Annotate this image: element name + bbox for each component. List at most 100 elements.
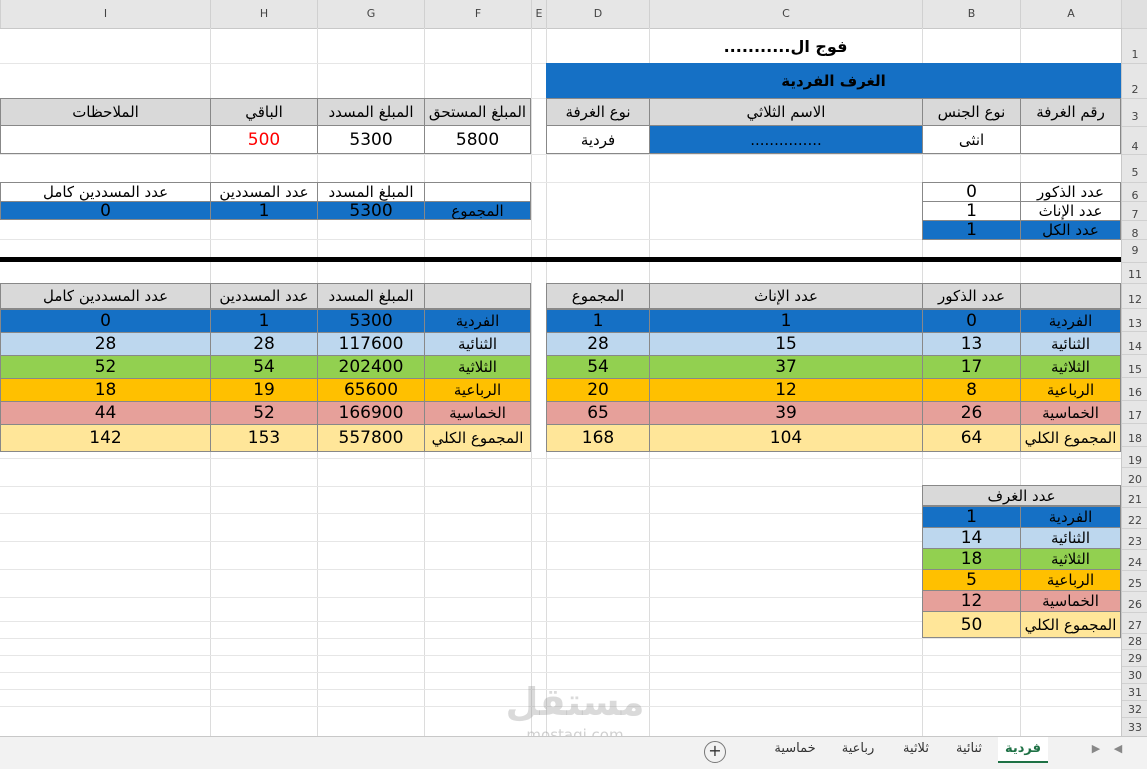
stats-header-blank[interactable] xyxy=(1020,283,1121,309)
header-amount-due[interactable]: المبلغ المستحق xyxy=(424,98,531,126)
summary-full-payers-value[interactable]: 0 xyxy=(0,201,211,220)
payments-row-paid[interactable]: 5300 xyxy=(317,309,425,333)
select-all-corner[interactable] xyxy=(1121,0,1147,28)
row-header[interactable]: 15 xyxy=(1122,354,1147,377)
gender-cell[interactable]: انثى xyxy=(922,125,1021,154)
payments-header-full-payers[interactable]: عدد المسددين كامل xyxy=(0,283,211,309)
rooms-row-label[interactable]: الخماسية xyxy=(1020,590,1121,612)
payments-row-payers[interactable]: 54 xyxy=(210,355,318,379)
rooms-count-header[interactable]: عدد الغرف xyxy=(922,485,1121,506)
notes-cell[interactable] xyxy=(0,125,211,154)
stats-header-females[interactable]: عدد الإناث xyxy=(649,283,923,309)
females-count-value[interactable]: 1 xyxy=(922,201,1021,221)
rooms-row-value[interactable]: 12 xyxy=(922,590,1021,612)
row-header[interactable]: 25 xyxy=(1122,570,1147,591)
row-header[interactable]: 26 xyxy=(1122,591,1147,612)
summary-header-paid[interactable]: المبلغ المسدد xyxy=(317,182,425,202)
payments-row-payers[interactable]: 1 xyxy=(210,309,318,333)
column-header-D[interactable]: D xyxy=(546,0,649,28)
column-header-F[interactable]: F xyxy=(424,0,531,28)
stats-row-total[interactable]: 20 xyxy=(546,378,650,402)
stats-row-females[interactable]: 104 xyxy=(649,424,923,452)
row-header[interactable]: 19 xyxy=(1122,446,1147,467)
amount-paid-cell[interactable]: 5300 xyxy=(317,125,425,154)
stats-row-females[interactable]: 12 xyxy=(649,378,923,402)
name-cell[interactable]: ............... xyxy=(649,125,923,154)
row-header[interactable]: 4 xyxy=(1122,126,1147,154)
header-room-number[interactable]: رقم الغرفة xyxy=(1020,98,1121,126)
row-header[interactable]: 29 xyxy=(1122,649,1147,666)
payments-row-full[interactable]: 28 xyxy=(0,332,211,356)
tab-double[interactable]: ثنائية xyxy=(944,737,994,761)
payments-row-paid[interactable]: 166900 xyxy=(317,401,425,425)
summary-total-label[interactable]: المجموع xyxy=(424,201,531,220)
stats-header-males[interactable]: عدد الذكور xyxy=(922,283,1021,309)
row-header[interactable]: 12 xyxy=(1122,283,1147,308)
summary-label-blank[interactable] xyxy=(424,182,531,202)
rooms-row-label[interactable]: الفردية xyxy=(1020,506,1121,528)
row-header[interactable]: 28 xyxy=(1122,633,1147,649)
amount-due-cell[interactable]: 5800 xyxy=(424,125,531,154)
stats-row-males[interactable]: 8 xyxy=(922,378,1021,402)
row-header[interactable]: 6 xyxy=(1122,182,1147,202)
stats-row-males[interactable]: 26 xyxy=(922,401,1021,425)
stats-row-total[interactable]: 28 xyxy=(546,332,650,356)
header-full-name[interactable]: الاسم الثلاثي xyxy=(649,98,923,126)
column-header-B[interactable]: B xyxy=(922,0,1020,28)
payments-row-label[interactable]: الرباعية xyxy=(424,378,531,402)
column-header-A[interactable]: A xyxy=(1020,0,1121,28)
scroll-tabs-right-icon[interactable]: ▶ xyxy=(1088,737,1104,761)
column-header-G[interactable]: G xyxy=(317,0,424,28)
stats-row-males[interactable]: 64 xyxy=(922,424,1021,452)
payments-header-paid[interactable]: المبلغ المسدد xyxy=(317,283,425,309)
rooms-row-label[interactable]: الثلاثية xyxy=(1020,548,1121,570)
payments-row-paid[interactable]: 202400 xyxy=(317,355,425,379)
header-room-type[interactable]: نوع الغرفة xyxy=(546,98,650,126)
remaining-cell[interactable]: 500 xyxy=(210,125,318,154)
stats-row-total[interactable]: 54 xyxy=(546,355,650,379)
row-header[interactable]: 23 xyxy=(1122,528,1147,549)
page-title[interactable]: فوج ال........... xyxy=(649,30,922,63)
stats-row-males[interactable]: 13 xyxy=(922,332,1021,356)
payments-row-full[interactable]: 18 xyxy=(0,378,211,402)
row-header[interactable]: 16 xyxy=(1122,377,1147,400)
header-gender[interactable]: نوع الجنس xyxy=(922,98,1021,126)
stats-row-total[interactable]: 1 xyxy=(546,309,650,333)
rooms-row-value[interactable]: 14 xyxy=(922,527,1021,549)
payments-row-full[interactable]: 0 xyxy=(0,309,211,333)
tab-triple[interactable]: ثلاثية xyxy=(890,737,942,761)
column-header-E[interactable]: E xyxy=(531,0,546,28)
row-header[interactable]: 3 xyxy=(1122,98,1147,126)
header-notes[interactable]: الملاحظات xyxy=(0,98,211,126)
rooms-row-value[interactable]: 50 xyxy=(922,611,1021,638)
stats-row-males[interactable]: 0 xyxy=(922,309,1021,333)
row-header[interactable]: 30 xyxy=(1122,666,1147,683)
payments-row-payers[interactable]: 28 xyxy=(210,332,318,356)
add-sheet-icon[interactable]: + xyxy=(704,741,726,763)
column-header-H[interactable]: H xyxy=(210,0,317,28)
row-header[interactable]: 11 xyxy=(1122,262,1147,283)
summary-header-payers[interactable]: عدد المسددين xyxy=(210,182,318,202)
rooms-row-label[interactable]: الثنائية xyxy=(1020,527,1121,549)
payments-row-full[interactable]: 44 xyxy=(0,401,211,425)
payments-row-payers[interactable]: 19 xyxy=(210,378,318,402)
stats-row-total[interactable]: 168 xyxy=(546,424,650,452)
row-header[interactable]: 31 xyxy=(1122,683,1147,700)
payments-row-label[interactable]: الفردية xyxy=(424,309,531,333)
row-header[interactable]: 2 xyxy=(1122,63,1147,98)
total-count-label[interactable]: عدد الكل xyxy=(1020,220,1121,240)
payments-row-payers[interactable]: 52 xyxy=(210,401,318,425)
rooms-row-label[interactable]: المجموع الكلي xyxy=(1020,611,1121,638)
stats-row-label[interactable]: المجموع الكلي xyxy=(1020,424,1121,452)
summary-header-full-payers[interactable]: عدد المسددين كامل xyxy=(0,182,211,202)
room-type-cell[interactable]: فردية xyxy=(546,125,650,154)
summary-payers-value[interactable]: 1 xyxy=(210,201,318,220)
stats-row-total[interactable]: 65 xyxy=(546,401,650,425)
tab-single[interactable]: فردية xyxy=(998,737,1048,763)
payments-header-payers[interactable]: عدد المسددين xyxy=(210,283,318,309)
header-remaining[interactable]: الباقي xyxy=(210,98,318,126)
payments-row-label[interactable]: الخماسية xyxy=(424,401,531,425)
stats-row-females[interactable]: 39 xyxy=(649,401,923,425)
column-header-I[interactable]: I xyxy=(0,0,210,28)
rooms-row-value[interactable]: 18 xyxy=(922,548,1021,570)
